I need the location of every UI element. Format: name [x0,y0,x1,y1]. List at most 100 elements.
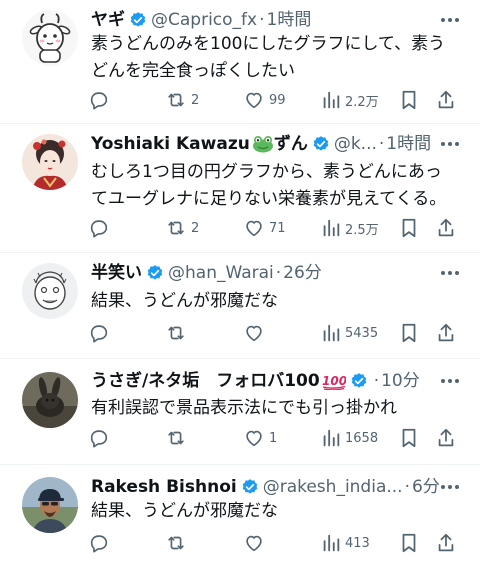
retweet-button[interactable] [165,426,191,450]
like-button[interactable] [243,531,269,555]
bookmark-icon [402,428,416,448]
user-avatar[interactable] [22,477,78,533]
view-count: 2.5万 [345,222,379,238]
more-options-icon[interactable] [438,263,462,283]
sketch-face-avatar [22,263,78,319]
retweet-button[interactable]: 2 [165,88,199,112]
like-button[interactable]: 99 [243,88,286,112]
bookmark-button[interactable] [399,88,419,112]
separator-dot: · [259,10,265,30]
share-button[interactable] [436,216,456,240]
user-handle[interactable]: @han_Warai [168,260,274,286]
reply-button[interactable] [88,88,110,112]
more-options-icon[interactable] [438,477,462,497]
view-count: 2.2万 [345,94,379,110]
display-name-suffix[interactable]: ずん [274,131,308,157]
display-name[interactable]: うさぎ/ネタ垢 フォロバ100 [91,368,320,394]
reply-icon [90,535,108,553]
post-text: 素うどんのみを100にしたグラフにして、素う どんを完全食っぽくしたい [91,31,461,85]
goat-icon [22,10,78,66]
views-chart-icon [323,429,340,447]
views-button[interactable]: 2.2万 [321,88,379,112]
like-button[interactable]: 71 [243,216,286,240]
post-text-line: 結果、うどんが邪魔だな [91,501,278,521]
verified-badge-icon [129,11,147,29]
retweet-button[interactable] [165,531,191,555]
display-name[interactable]: Rakesh Bishnoi [91,474,237,500]
like-button[interactable] [243,321,269,345]
timestamp[interactable]: 26分 [283,260,322,286]
timestamp[interactable]: 10分 [381,368,420,394]
retweet-icon [168,221,184,235]
action-bar: 1 1658 [88,426,462,450]
share-icon [438,323,454,342]
bookmark-icon [402,323,416,343]
bookmark-button[interactable] [399,531,419,555]
timestamp[interactable]: 1時間 [267,7,312,33]
bookmark-icon [402,218,416,238]
bookmark-button[interactable] [399,216,419,240]
bookmark-button[interactable] [399,321,419,345]
reply-button[interactable] [88,216,110,240]
user-avatar[interactable] [22,134,78,190]
retweet-icon [168,431,184,445]
separator-dot: · [275,263,282,283]
verified-badge-icon [312,135,330,153]
bookmark-icon [402,90,416,110]
views-button[interactable]: 1658 [321,426,378,450]
action-bar: 2 71 2.5万 [88,216,462,240]
post-text-line: どんを完全食っぽくしたい [91,61,295,81]
user-handle[interactable]: @rakesh_india... [263,474,403,500]
retweet-button[interactable] [165,321,191,345]
reply-button[interactable] [88,321,110,345]
more-options-icon[interactable] [438,134,462,154]
post-4[interactable]: うさぎ/ネタ垢 フォロバ100 100 · 10分 有利誤認で景品表示法にでも引… [0,359,480,463]
like-button[interactable]: 1 [243,426,277,450]
user-handle[interactable]: @k... [334,131,377,157]
display-name[interactable]: 半笑い [91,260,142,286]
post-header: うさぎ/ネタ垢 フォロバ100 100 · 10分 [91,368,440,394]
reply-button[interactable] [88,426,110,450]
reply-button[interactable] [88,531,110,555]
display-name[interactable]: ヤギ [91,7,125,33]
post-1[interactable]: ヤギ @Caprico_fx · 1時間 素うどんのみを100にしたグラフにして… [0,0,480,120]
timestamp[interactable]: 1時間 [386,131,431,157]
share-button[interactable] [436,321,456,345]
post-3[interactable]: 半笑い @han_Warai · 26分 結果、うどんが邪魔だな 5435 [0,253,480,357]
display-name[interactable]: Yoshiaki Kawazu [91,131,250,157]
view-count: 1658 [345,430,379,446]
retweet-count: 2 [191,92,200,108]
post-text: 結果、うどんが邪魔だな [91,288,461,315]
views-button[interactable]: 5435 [321,321,378,345]
like-count: 99 [269,92,286,108]
verified-badge-icon [146,264,164,282]
heart-icon [246,535,262,552]
post-text: むしろ1つ目の円グラフから、素うどんにあっ てユーグレナに足りない栄養素が見えて… [91,159,461,213]
more-options-icon[interactable] [438,10,462,30]
post-text-line: 素うどんのみを100にしたグラフにして、素う [91,34,446,54]
view-count: 413 [345,535,370,551]
frog-emoji-icon [252,135,274,153]
post-text: 結果、うどんが邪魔だな [91,498,461,525]
post-2[interactable]: Yoshiaki Kawazu ずん @k... · 1時間 むしろ1つ目の円グ… [0,124,480,250]
post-5[interactable]: Rakesh Bishnoi @rakesh_india... · 6分 結果、… [0,465,480,563]
action-bar: 2 99 2.2万 [88,88,462,112]
views-chart-icon [323,219,340,237]
user-avatar[interactable] [22,263,78,319]
goat-avatar[interactable] [22,10,78,66]
views-button[interactable]: 2.5万 [321,216,379,240]
view-count: 5435 [345,325,379,341]
views-button[interactable]: 413 [321,531,370,555]
more-options-icon[interactable] [438,371,462,391]
user-handle[interactable]: @Caprico_fx [151,7,257,33]
user-avatar[interactable] [22,372,78,428]
share-button[interactable] [436,88,456,112]
timestamp[interactable]: 6分 [412,474,440,500]
share-button[interactable] [436,531,456,555]
bookmark-button[interactable] [399,426,419,450]
share-button[interactable] [436,426,456,450]
svg-text:100: 100 [322,374,346,388]
retweet-button[interactable]: 2 [165,216,199,240]
reply-icon [90,325,108,343]
post-header: 半笑い @han_Warai · 26分 [91,260,440,286]
